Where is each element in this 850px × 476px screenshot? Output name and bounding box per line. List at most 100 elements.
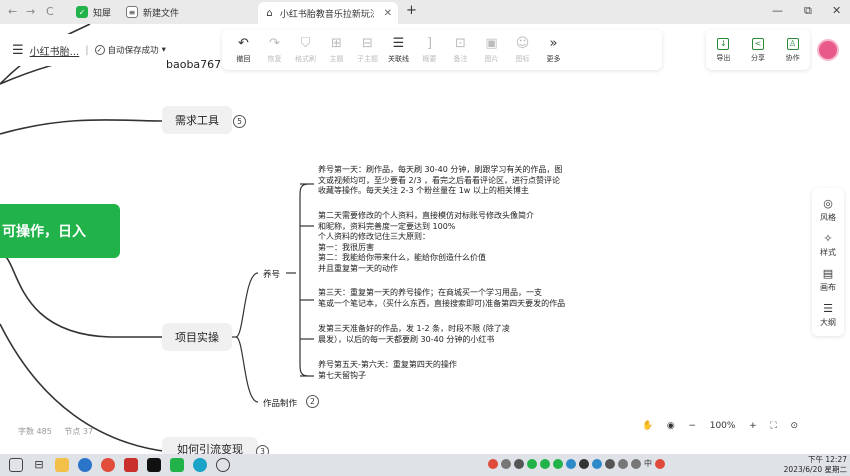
- leaf-node-5[interactable]: 养号第五天-第六天：重复第四天的操作 第七天留钩子: [318, 360, 457, 381]
- export-button[interactable]: ↓ 导出: [716, 37, 731, 63]
- edge-legacy-icon[interactable]: [78, 458, 92, 472]
- desktop-icon[interactable]: ⊟: [32, 458, 46, 472]
- tray-icon[interactable]: [605, 458, 615, 469]
- chrome-icon[interactable]: [101, 458, 115, 472]
- side-panel-canvas[interactable]: ▤ 画布: [820, 267, 836, 293]
- tray-icon[interactable]: [592, 458, 602, 469]
- partial-node[interactable]: baoba767: [166, 58, 221, 71]
- node-traffic-monetize[interactable]: 如何引流变现: [162, 437, 258, 454]
- mindmap-canvas[interactable]: ☰ 小红书胎... | ✓ 自动保存成功 ▾ baoba767 ↶ 撤回 ↷ 恢复 ⛉ 格…: [0, 24, 850, 454]
- side-panel-style[interactable]: ✧ 样式: [820, 232, 836, 258]
- collaborate-button[interactable]: ♙ 协作: [786, 37, 800, 63]
- more-options-icon[interactable]: ⊙: [790, 421, 798, 431]
- side-panel-palette[interactable]: ◎ 风格: [820, 197, 836, 223]
- side-panel: ◎ 风格 ✧ 样式 ▤ 画布 ☰ 大纲: [812, 188, 844, 336]
- zoom-out-button[interactable]: −: [688, 421, 696, 431]
- edge-icon[interactable]: [193, 458, 207, 472]
- volume-icon[interactable]: [631, 458, 641, 469]
- redo-icon: ↷: [269, 36, 280, 51]
- file-explorer-icon[interactable]: [55, 458, 69, 472]
- toolbar-relation-line-button[interactable]: ☰ 关联线: [383, 36, 414, 64]
- file-tools: ↓ 导出 < 分享 ♙ 协作: [706, 30, 810, 70]
- toolbar-summary-button[interactable]: ] 概要: [414, 36, 445, 64]
- clock-date: 2023/6/20 星期二: [783, 465, 847, 474]
- tool-label: 导出: [716, 53, 731, 62]
- tab-label: 新建文件: [143, 8, 180, 19]
- windows-taskbar: ⊟ 中 下午 12:27 2023/6/20 星期二: [0, 454, 850, 476]
- collapse-count-badge[interactable]: 2: [306, 395, 319, 408]
- tray-icon[interactable]: [501, 458, 511, 469]
- leaf-node-4[interactable]: 发第三天准备好的作品，发 1-2 条，时段不限 (除了凌 晨发），以后的每一天都要…: [318, 324, 510, 345]
- reload-icon[interactable]: C: [46, 5, 54, 18]
- tab-zhixi[interactable]: ✓ 知犀: [70, 2, 117, 22]
- zhixi-app-icon[interactable]: [170, 458, 184, 472]
- node-label: 如何引流变现: [177, 443, 243, 454]
- zoom-in-button[interactable]: +: [749, 421, 757, 431]
- toolbar-undo-button[interactable]: ↶ 撤回: [228, 36, 259, 64]
- root-node[interactable]: 可操作，日入: [0, 204, 120, 258]
- toolbar-subtopic-button[interactable]: ⊟ 子主题: [352, 36, 383, 64]
- leaf-line: 笔或一个笔记本，（买什么东西，直接搜索即可)准备第四天要发的作品: [318, 298, 566, 308]
- relation-line-icon: ☰: [392, 36, 405, 51]
- toolbar-format-brush-button[interactable]: ⛉ 格式刷: [290, 36, 321, 64]
- save-status-label: 自动保存成功: [107, 46, 159, 56]
- document-title[interactable]: 小红书胎...: [30, 43, 80, 58]
- node-account-nurturing[interactable]: 养号: [263, 268, 280, 280]
- close-tab-icon[interactable]: ✕: [384, 8, 392, 19]
- toolbar-note-button[interactable]: ⊡ 备注: [445, 36, 476, 64]
- restore-icon[interactable]: ⧉: [804, 4, 812, 18]
- hand-tool-icon[interactable]: ✋: [642, 421, 653, 431]
- save-status[interactable]: ✓ 自动保存成功 ▾: [94, 44, 166, 56]
- fit-screen-icon[interactable]: ⛶: [770, 421, 776, 431]
- new-tab-button[interactable]: +: [406, 3, 417, 18]
- node-project-practice[interactable]: 项目实操: [162, 323, 232, 351]
- minimize-icon[interactable]: —: [772, 4, 783, 17]
- toolbar-label: 格式刷: [295, 55, 316, 63]
- toolbar-label: 主题: [329, 55, 344, 63]
- close-window-icon[interactable]: ✕: [832, 4, 841, 17]
- tray-icon[interactable]: [527, 458, 537, 469]
- collapse-count-badge[interactable]: 5: [233, 115, 246, 128]
- leaf-node-2[interactable]: 第二天需要修改的个人资料，直接模仿对标账号修改头像简介 和昵称，资料完善度一定要达…: [318, 211, 534, 274]
- toolbar-label: 图标: [515, 55, 530, 63]
- menu-icon[interactable]: ☰: [12, 43, 24, 58]
- leaf-node-3[interactable]: 第三天：重复第一天的养号操作；在商城买一个学习用品，一支 笔或一个笔记本，（买什么…: [318, 288, 565, 309]
- forward-icon[interactable]: →: [26, 5, 35, 18]
- tray-icon[interactable]: [514, 458, 524, 469]
- side-panel-outline[interactable]: ☰ 大纲: [820, 302, 836, 328]
- leaf-node-1[interactable]: 养号第一天：刷作品，每天刷 30-40 分钟，刷跟学习有关的作品，图 文或视频均可…: [318, 165, 562, 197]
- collapse-count-badge[interactable]: 3: [256, 445, 269, 454]
- subtopic-icon: ⊟: [362, 36, 373, 51]
- tray-icon[interactable]: [579, 458, 589, 469]
- task-view-icon[interactable]: [9, 458, 23, 472]
- tray-icon[interactable]: [553, 458, 563, 469]
- node-content-production[interactable]: 作品制作: [263, 397, 297, 409]
- wifi-icon[interactable]: [618, 458, 628, 469]
- app-red-icon[interactable]: [124, 458, 138, 472]
- word-count: 字数 485: [18, 427, 52, 436]
- clock[interactable]: 下午 12:27 2023/6/20 星期二: [783, 455, 847, 475]
- toolbar-redo-button[interactable]: ↷ 恢复: [259, 36, 290, 64]
- input-language[interactable]: 中: [644, 458, 652, 469]
- toolbar-more-button[interactable]: » 更多: [538, 36, 569, 64]
- toolbar-topic-button[interactable]: ⊞ 主题: [321, 36, 352, 64]
- tray-icon[interactable]: [540, 458, 550, 469]
- check-circle-icon: ✓: [94, 45, 105, 55]
- leaf-line: 养号第五天-第六天：重复第四天的操作: [318, 360, 457, 369]
- clock-time: 下午 12:27: [808, 455, 847, 464]
- ime-icon[interactable]: [655, 458, 665, 469]
- toolbar-image-button[interactable]: ▣ 图片: [476, 36, 507, 64]
- node-demand-tools[interactable]: 需求工具: [162, 106, 232, 134]
- toolbar-emoji-button[interactable]: ☺ 图标: [507, 36, 538, 64]
- tray-icon[interactable]: [488, 458, 498, 469]
- tab-current-mindmap[interactable]: ⌂ 小红书胎教音乐拉新玩法，小 ✕: [258, 2, 398, 24]
- share-button[interactable]: < 分享: [751, 37, 765, 63]
- tray-icon[interactable]: [566, 458, 576, 469]
- app-outline-icon[interactable]: [216, 458, 230, 472]
- locate-icon[interactable]: ◉: [667, 421, 675, 431]
- export-icon: ↓: [717, 37, 730, 50]
- tab-new-file[interactable]: ≡ 新建文件: [120, 2, 185, 22]
- avatar[interactable]: [817, 39, 839, 61]
- back-icon[interactable]: ←: [8, 5, 17, 18]
- capcut-icon[interactable]: [147, 458, 161, 472]
